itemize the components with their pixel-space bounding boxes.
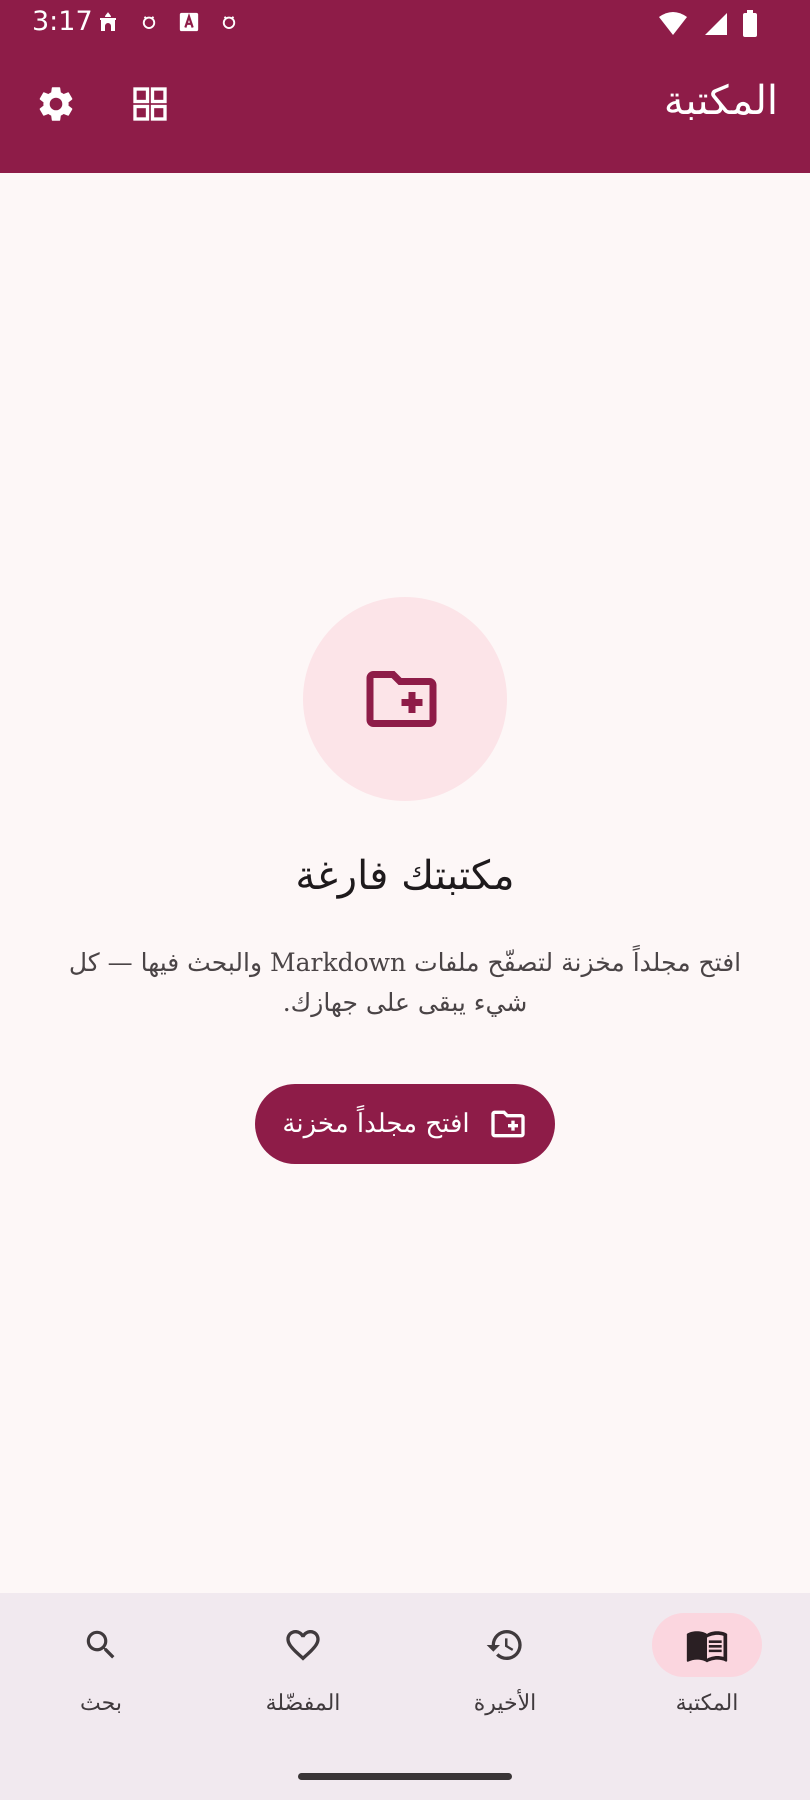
open-folder-button[interactable]: افتح مجلداً مخزنة <box>255 1084 555 1164</box>
book-icon <box>686 1631 728 1663</box>
bottom-navigation: بحث المفضّلة الأخيرة المكتبة <box>0 1593 810 1800</box>
empty-state: مكتبتك فارغة افتح مجلداً مخزنة لتصفّح مل… <box>0 173 810 1593</box>
search-icon <box>86 1630 115 1659</box>
app-bar: المكتبة <box>0 48 810 173</box>
notification-icon <box>220 13 238 31</box>
nav-item-favorites-indicator <box>248 1613 358 1677</box>
nav-label: بحث <box>80 1691 122 1716</box>
signal-icon <box>702 11 728 41</box>
folder-add-icon <box>366 671 437 727</box>
status-notifications <box>96 10 238 34</box>
nav-item-search[interactable]: بحث <box>0 1593 202 1743</box>
nav-item-library[interactable]: المكتبة <box>606 1593 808 1743</box>
nav-label: الأخيرة <box>473 1691 537 1716</box>
nav-item-favorites[interactable]: المفضّلة <box>202 1593 404 1743</box>
heart-icon <box>286 1630 320 1661</box>
nav-item-library-indicator <box>652 1613 762 1677</box>
settings-icon <box>39 87 73 121</box>
page-title: المكتبة <box>663 78 778 124</box>
status-system-icons <box>658 10 758 42</box>
notification-icon <box>140 13 158 31</box>
folder-add-icon <box>490 1110 525 1138</box>
empty-state-title: مكتبتك فارغة <box>295 853 515 899</box>
nav-item-recent[interactable]: الأخيرة <box>404 1593 606 1743</box>
open-folder-button-label: افتح مجلداً مخزنة <box>282 1109 470 1139</box>
mosque-icon <box>96 10 120 34</box>
status-time: 3:17 <box>32 6 93 37</box>
nav-item-recent-indicator <box>450 1613 560 1677</box>
settings-button[interactable] <box>28 76 84 132</box>
grid-view-button[interactable] <box>122 76 178 132</box>
status-bar: 3:17 <box>0 0 810 48</box>
empty-state-description: افتح مجلداً مخزنة لتصفّح ملفات Markdown … <box>68 948 742 1017</box>
home-indicator[interactable] <box>298 1773 512 1780</box>
a-icon <box>178 11 200 33</box>
battery-icon <box>742 10 758 42</box>
nav-label: المفضّلة <box>265 1691 341 1716</box>
wifi-icon <box>658 11 688 41</box>
empty-state-illustration <box>303 597 507 801</box>
grid-view-icon <box>133 87 167 121</box>
nav-label: المكتبة <box>675 1691 739 1716</box>
nav-item-search-indicator <box>46 1613 156 1677</box>
history-icon <box>486 1630 522 1660</box>
